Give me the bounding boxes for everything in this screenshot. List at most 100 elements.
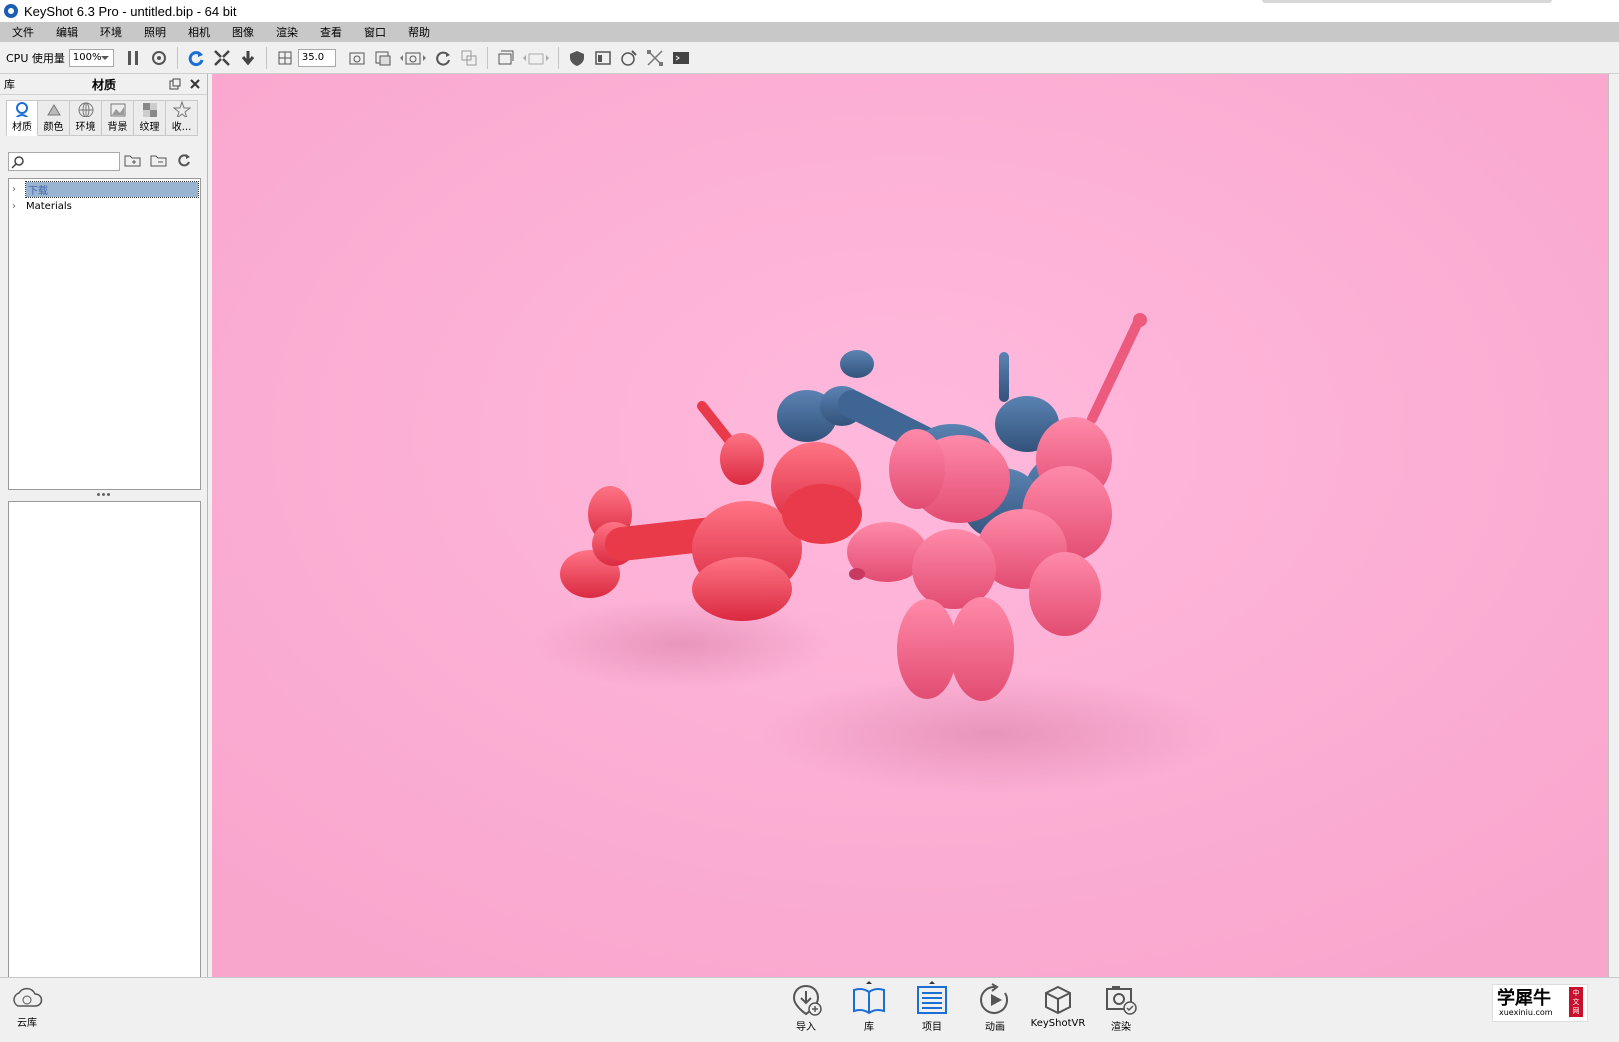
menu-help[interactable]: 帮助 <box>408 24 430 40</box>
script-console-button[interactable] <box>670 47 692 69</box>
tab-textures[interactable]: 纹理 <box>134 100 166 136</box>
library-title: 材质 <box>92 77 117 92</box>
terminal-icon <box>672 51 689 64</box>
tab-materials[interactable]: 材质 <box>6 100 38 136</box>
render-button[interactable]: 渲染 <box>1094 982 1148 1033</box>
material-mode-button[interactable] <box>566 47 588 69</box>
undock-icon[interactable] <box>169 78 181 90</box>
rotate-view-button[interactable] <box>432 47 454 69</box>
scene-prev-next-icon <box>522 53 549 64</box>
region-render-button[interactable] <box>372 47 394 69</box>
focal-length-input[interactable]: 35.0 <box>297 48 336 67</box>
toolbar-separator <box>486 46 488 69</box>
window-title: KeyShot 6.3 Pro - untitled.bip - 64 bit <box>24 3 237 19</box>
material-icon <box>15 102 29 117</box>
geometry-view-button[interactable] <box>618 47 640 69</box>
main-toolbar: CPU 使用量 100% 35.0 <box>0 42 1619 74</box>
menu-camera[interactable]: 相机 <box>188 24 210 40</box>
watermark-logo: 学犀牛 xuexiniu.com 中文网 <box>1492 984 1588 1022</box>
menu-environment[interactable]: 环境 <box>100 24 122 40</box>
presentation-button[interactable] <box>592 47 614 69</box>
perspective-button[interactable] <box>274 47 296 69</box>
chevron-right-icon[interactable]: › <box>12 184 20 195</box>
library-folder-actions <box>124 152 192 168</box>
cloud-library-button[interactable]: 云库 <box>10 984 44 1029</box>
menu-render[interactable]: 渲染 <box>276 24 298 40</box>
transform-button[interactable] <box>644 47 666 69</box>
tab-colors[interactable]: 颜色 <box>38 100 70 136</box>
add-scene-button[interactable] <box>495 47 517 69</box>
tab-label: 环境 <box>75 122 96 133</box>
fit-view-button[interactable] <box>211 47 233 69</box>
library-thumbnail-area[interactable] <box>8 501 201 1012</box>
tab-backgrounds[interactable]: 背景 <box>102 100 134 136</box>
region-icon <box>375 51 391 65</box>
add-folder-icon[interactable] <box>124 152 142 168</box>
pause-button[interactable] <box>122 47 144 69</box>
drop-to-ground-button[interactable] <box>237 47 259 69</box>
menu-file[interactable]: 文件 <box>12 24 34 40</box>
animation-icon <box>980 983 1008 1014</box>
library-button[interactable]: 库 <box>842 981 896 1033</box>
library-search-input[interactable] <box>8 152 120 171</box>
arrow-down-icon <box>241 50 255 65</box>
tree-item-downloads[interactable]: › 下载 <box>9 181 200 198</box>
library-label-bottom: 库 <box>864 1022 874 1033</box>
right-panel-strip[interactable] <box>1608 74 1619 977</box>
refresh-icon[interactable] <box>176 152 192 168</box>
menu-view[interactable]: 查看 <box>320 24 342 40</box>
tree-item-label: 下载 <box>25 181 199 198</box>
tab-label: 背景 <box>107 122 128 133</box>
performance-mode-button[interactable] <box>148 47 170 69</box>
camera-nav-button[interactable] <box>398 47 428 69</box>
keyshotvr-button[interactable]: KeyShotVR <box>1031 982 1085 1029</box>
toolbar-separator <box>265 46 267 69</box>
chevron-right-icon[interactable]: › <box>12 201 20 212</box>
tab-favorites[interactable]: 收... <box>166 100 198 136</box>
keyshot-logo-icon <box>4 4 18 18</box>
toolbar-separator <box>176 46 178 69</box>
favorites-icon <box>172 101 191 117</box>
render-viewport[interactable] <box>212 74 1608 977</box>
animation-label: 动画 <box>985 1022 1005 1033</box>
cpu-usage-select[interactable]: 100% <box>68 48 114 67</box>
reset-camera-button[interactable] <box>185 47 207 69</box>
project-button[interactable]: 项目 <box>905 981 959 1033</box>
import-button[interactable]: 导入 <box>779 982 833 1033</box>
animation-button[interactable]: 动画 <box>968 982 1022 1033</box>
pause-icon <box>127 50 138 65</box>
shield-icon <box>569 50 584 66</box>
expand-icon <box>213 49 230 66</box>
tab-environments[interactable]: 环境 <box>70 100 102 136</box>
search-icon <box>11 156 24 169</box>
tree-item-materials[interactable]: › Materials <box>9 198 200 215</box>
project-label: 项目 <box>922 1022 942 1033</box>
window-panel-icon <box>595 50 611 65</box>
screenshot-button[interactable] <box>346 47 368 69</box>
panel-splitter-handle[interactable] <box>97 493 110 496</box>
camera-frame-icon <box>349 52 365 64</box>
color-icon <box>46 104 61 116</box>
bottom-ribbon: 云库 导入 库 项目 动画 KeyShotVR 渲染 学犀牛 xuexiniu.… <box>0 977 1619 1042</box>
environment-icon <box>78 102 93 117</box>
folder-remove-icon[interactable] <box>150 152 168 168</box>
toolbar-separator <box>557 46 559 69</box>
texture-icon <box>142 103 157 117</box>
import-icon <box>792 984 822 1016</box>
rotate-icon <box>436 51 450 66</box>
menu-lighting[interactable]: 照明 <box>144 24 166 40</box>
render-label: 渲染 <box>1111 1022 1131 1033</box>
cpu-usage-label: CPU 使用量 <box>6 51 65 65</box>
close-icon[interactable] <box>189 78 201 90</box>
scene-nav-button[interactable] <box>521 47 551 69</box>
library-folder-tree: › 下载 › Materials <box>8 178 201 490</box>
watermark-url: xuexiniu.com <box>1499 1007 1553 1017</box>
menu-bar: 文件 编辑 环境 照明 相机 图像 渲染 查看 窗口 帮助 <box>0 22 1619 42</box>
project-list-icon <box>917 986 947 1014</box>
copy-view-button[interactable] <box>458 47 480 69</box>
menu-image[interactable]: 图像 <box>232 24 254 40</box>
menu-edit[interactable]: 编辑 <box>56 24 78 40</box>
menu-window[interactable]: 窗口 <box>364 24 386 40</box>
camera-prev-next-icon <box>399 52 426 64</box>
tab-label: 纹理 <box>139 122 160 133</box>
